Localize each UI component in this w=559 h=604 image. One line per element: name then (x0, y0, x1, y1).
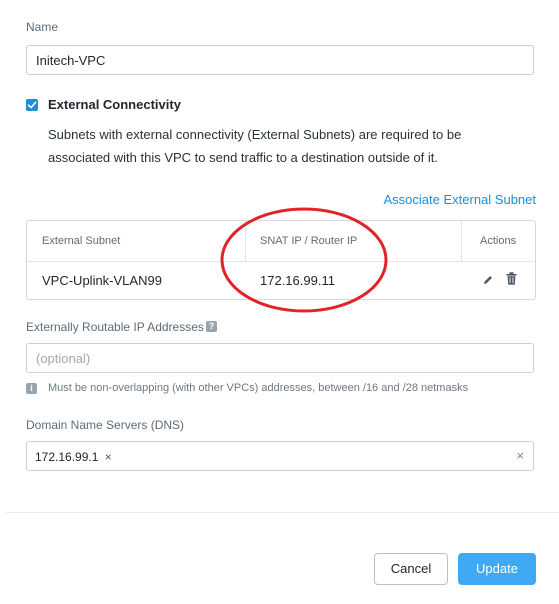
edit-icon[interactable] (482, 273, 494, 291)
name-input[interactable]: Initech-VPC (26, 45, 534, 75)
external-connectivity-label[interactable]: External Connectivity (48, 97, 181, 112)
cell-external-subnet: VPC-Uplink-VLAN99 (42, 273, 162, 288)
column-header-external-subnet: External Subnet (42, 235, 121, 247)
dns-tag-value: 172.16.99.1 (35, 450, 99, 464)
annotation-circle (220, 207, 388, 313)
routable-ips-label: Externally Routable IP Addresses (26, 320, 204, 334)
dns-input[interactable]: 172.16.99.1 × × (26, 441, 534, 471)
remove-tag-icon[interactable]: × (105, 450, 112, 464)
routable-ips-placeholder: (optional) (36, 351, 91, 366)
info-icon: i (26, 383, 37, 394)
trash-icon[interactable] (506, 272, 517, 290)
name-label: Name (26, 20, 59, 34)
cancel-button[interactable]: Cancel (374, 553, 448, 585)
checkmark-icon (27, 101, 37, 109)
footer-divider (6, 512, 559, 513)
dns-tag: 172.16.99.1 × (33, 447, 116, 467)
external-connectivity-description-2: associated with this VPC to send traffic… (48, 150, 438, 165)
routable-ips-hint: Must be non-overlapping (with other VPCs… (48, 382, 469, 394)
column-header-actions: Actions (480, 235, 517, 247)
routable-ips-input[interactable]: (optional) (26, 343, 534, 373)
name-input-value: Initech-VPC (36, 53, 106, 68)
help-icon[interactable]: ? (206, 321, 217, 332)
external-connectivity-checkbox[interactable] (26, 99, 38, 111)
column-divider (461, 221, 462, 261)
clear-all-icon[interactable]: × (516, 448, 524, 463)
update-button[interactable]: Update (458, 553, 536, 585)
external-connectivity-description-1: Subnets with external connectivity (Exte… (48, 127, 462, 142)
associate-external-subnet-link[interactable]: Associate External Subnet (384, 192, 536, 207)
dns-label: Domain Name Servers (DNS) (26, 418, 185, 432)
